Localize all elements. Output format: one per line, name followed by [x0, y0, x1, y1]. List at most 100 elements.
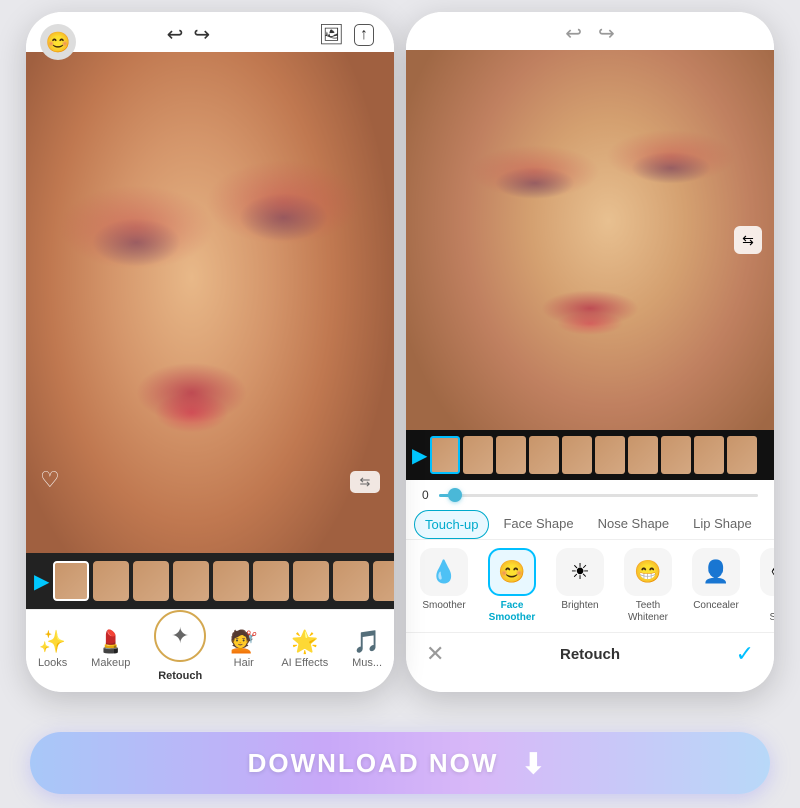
tool-face-smoother[interactable]: 😊 FaceSmoother [480, 548, 544, 624]
slider-track[interactable] [439, 494, 758, 497]
right-timeline: ▶ [406, 430, 774, 480]
timeline-thumb[interactable] [173, 561, 209, 601]
phone-left: ⌂ ↩ ↪ 🖼 ↑ 😊 ♡ ⇆ [26, 12, 394, 692]
left-timeline: ▶ [26, 553, 394, 609]
nav-makeup[interactable]: 💄 Makeup [91, 631, 130, 669]
timeline-thumb[interactable] [133, 561, 169, 601]
tools-row: 💧 Smoother 😊 FaceSmoother ☀ [406, 540, 774, 632]
smoother-label: Smoother [422, 600, 465, 612]
face-smoother-icon: 😊 [498, 559, 525, 585]
teeth-whitener-icon: 😁 [634, 559, 661, 585]
right-timeline-thumb[interactable] [463, 436, 493, 474]
face-smoother-icon-wrap: 😊 [488, 548, 536, 596]
brighten-label: Brighten [561, 600, 598, 612]
share-icon[interactable]: ↑ [354, 24, 374, 46]
brighten-icon-wrap: ☀ [556, 548, 604, 596]
nav-makeup-label: Makeup [91, 657, 130, 669]
nav-ai-effects[interactable]: 🌟 AI Effects [281, 631, 328, 669]
tool-brighten[interactable]: ☀ Brighten [548, 548, 612, 612]
right-timeline-thumb[interactable] [628, 436, 658, 474]
retouch-icon-circle: ✦ [154, 610, 206, 662]
tab-touch-up-label: Touch-up [425, 517, 478, 532]
looks-icon: ✨ [39, 631, 66, 653]
concealer-icon-wrap: 👤 [692, 548, 740, 596]
left-bottom-nav: ✨ Looks 💄 Makeup ✦ Retouch 💇 Hair [26, 609, 394, 692]
retouch-icon: ✦ [171, 623, 189, 649]
undo-icon[interactable]: ↩ [167, 25, 184, 45]
right-timeline-thumb[interactable] [529, 436, 559, 474]
bottom-action-row: ✕ Retouch ✓ [406, 632, 774, 677]
tool-smoother[interactable]: 💧 Smoother [412, 548, 476, 612]
right-controls-panel: 0 Touch-up Face Shape Nose Shape [406, 480, 774, 692]
eye-sparkle-icon-wrap: 👁 [760, 548, 774, 596]
face-smoother-label: FaceSmoother [489, 600, 536, 624]
tool-concealer[interactable]: 👤 Concealer [684, 548, 748, 612]
action-title: Retouch [560, 646, 620, 663]
music-icon: 🎵 [353, 631, 380, 653]
tool-eye-sparkle[interactable]: 👁 EyeSpar... [752, 548, 774, 624]
redo-icon[interactable]: ↪ [193, 25, 210, 45]
nav-hair-label: Hair [234, 657, 254, 669]
avatar[interactable]: 😊 [40, 24, 76, 60]
left-play-button[interactable]: ▶ [34, 569, 49, 594]
tab-touch-up[interactable]: Touch-up [414, 510, 489, 539]
download-label: DOWNLOAD NOW [248, 748, 499, 779]
tab-lip-shape-label: Lip Shape [693, 516, 752, 531]
hair-icon: 💇 [230, 631, 257, 653]
right-timeline-thumb[interactable] [694, 436, 724, 474]
right-top-bar: ↩ ↪ [406, 12, 774, 50]
tab-face-shape[interactable]: Face Shape [493, 510, 583, 539]
right-timeline-thumb[interactable] [661, 436, 691, 474]
nav-music[interactable]: 🎵 Mus... [352, 631, 382, 669]
face-makeup-overlay-right [406, 50, 774, 430]
tool-teeth-whitener[interactable]: 😁 TeethWhitener [616, 548, 680, 624]
app-container: ⌂ ↩ ↪ 🖼 ↑ 😊 ♡ ⇆ [0, 0, 800, 808]
heart-icon[interactable]: ♡ [40, 467, 60, 493]
compare-icon[interactable]: ⇆ [350, 471, 380, 493]
right-timeline-thumb[interactable] [430, 436, 460, 474]
nav-retouch-label: Retouch [158, 670, 202, 682]
right-timeline-thumb[interactable] [562, 436, 592, 474]
right-compare-icon[interactable]: ⇆ [734, 226, 762, 254]
tab-nose-shape[interactable]: Nose Shape [588, 510, 680, 539]
nav-retouch[interactable]: ✦ Retouch [154, 618, 206, 682]
timeline-thumb[interactable] [53, 561, 89, 601]
timeline-thumb[interactable] [293, 561, 329, 601]
face-simulation-right [406, 50, 774, 430]
smoother-icon: 💧 [430, 559, 457, 585]
right-play-button[interactable]: ▶ [412, 443, 427, 468]
nav-ai-effects-label: AI Effects [281, 657, 328, 669]
timeline-thumb[interactable] [213, 561, 249, 601]
right-timeline-thumb[interactable] [595, 436, 625, 474]
slider-thumb[interactable] [448, 488, 462, 502]
avatar-icon: 😊 [46, 30, 71, 55]
download-icon: ⬇ [514, 744, 552, 782]
left-top-bar-right: 🖼 ↑ [319, 24, 374, 46]
cancel-button[interactable]: ✕ [426, 641, 444, 667]
slider-row: 0 [406, 480, 774, 506]
timeline-thumb[interactable] [333, 561, 369, 601]
face-makeup-overlay [26, 52, 394, 553]
tab-face-shape-label: Face Shape [503, 516, 573, 531]
ai-effects-icon: 🌟 [291, 631, 318, 653]
left-top-bar: ⌂ ↩ ↪ 🖼 ↑ [26, 12, 394, 52]
timeline-thumb[interactable] [93, 561, 129, 601]
right-timeline-thumb[interactable] [727, 436, 757, 474]
left-photo-area: ♡ ⇆ [26, 52, 394, 553]
nav-looks[interactable]: ✨ Looks [38, 631, 67, 669]
nav-hair[interactable]: 💇 Hair [230, 631, 257, 669]
photo-icon[interactable]: 🖼 [319, 25, 344, 45]
concealer-label: Concealer [693, 600, 739, 612]
download-arrow-icon: ⬇ [522, 747, 545, 780]
timeline-thumb[interactable] [373, 561, 394, 601]
teeth-whitener-label: TeethWhitener [628, 600, 668, 624]
brighten-icon: ☀ [570, 559, 590, 585]
download-button[interactable]: DOWNLOAD NOW ⬇ [30, 732, 770, 794]
tab-nose-shape-label: Nose Shape [598, 516, 670, 531]
right-timeline-thumb[interactable] [496, 436, 526, 474]
confirm-button[interactable]: ✓ [736, 641, 754, 667]
right-redo-icon[interactable]: ↪ [598, 24, 615, 44]
tab-lip-shape[interactable]: Lip Shape [683, 510, 762, 539]
timeline-thumb[interactable] [253, 561, 289, 601]
right-undo-icon[interactable]: ↩ [565, 24, 582, 44]
